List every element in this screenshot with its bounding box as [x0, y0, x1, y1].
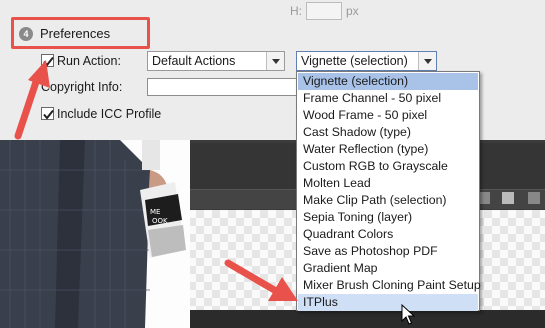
dropdown-option[interactable]: Vignette (selection): [298, 73, 478, 90]
include-icc-label: Include ICC Profile: [57, 107, 162, 121]
action-dropdown-list[interactable]: Vignette (selection) Frame Channel - 50 …: [296, 71, 481, 311]
dropdown-option[interactable]: Sepia Toning (layer): [298, 209, 478, 226]
dropdown-option[interactable]: Gradient Map: [298, 260, 478, 277]
dropdown-option[interactable]: Cast Shadow (type): [298, 124, 478, 141]
new-action-icon[interactable]: [502, 192, 514, 204]
dropdown-option-itplus[interactable]: ITPlus: [298, 294, 478, 311]
dropdown-option[interactable]: Water Reflection (type): [298, 141, 478, 158]
copyright-input[interactable]: [147, 78, 297, 96]
svg-text:ME: ME: [150, 208, 160, 216]
chevron-down-icon[interactable]: [418, 52, 436, 70]
mouse-cursor-icon: [401, 304, 415, 325]
dropdown-option[interactable]: Make Clip Path (selection): [298, 192, 478, 209]
annotation-arrow-icon: [224, 259, 298, 301]
chevron-down-icon[interactable]: [266, 52, 284, 70]
annotation-arrow-icon: [14, 60, 50, 140]
action-select-value: Vignette (selection): [301, 54, 408, 68]
model-photo: ME OOK: [0, 140, 190, 328]
height-unit-label: px: [346, 4, 359, 18]
height-input[interactable]: [306, 2, 342, 20]
dropdown-option[interactable]: Mixer Brush Cloning Paint Setup: [298, 277, 481, 294]
dropdown-option[interactable]: Quadrant Colors: [298, 226, 478, 243]
action-set-select[interactable]: Default Actions: [147, 51, 285, 71]
dropdown-option[interactable]: Save as Photoshop PDF: [298, 243, 478, 260]
dropdown-option[interactable]: Wood Frame - 50 pixel: [298, 107, 478, 124]
height-label: H:: [290, 4, 302, 18]
preferences-section-title: Preferences: [40, 26, 111, 41]
section-number-badge: 4: [19, 27, 33, 41]
svg-text:OOK: OOK: [152, 217, 168, 225]
action-select[interactable]: Vignette (selection): [296, 51, 437, 71]
dropdown-option[interactable]: Custom RGB to Grayscale: [298, 158, 478, 175]
run-action-label: Run Action:: [57, 54, 121, 68]
action-set-value: Default Actions: [152, 54, 236, 68]
dropdown-option[interactable]: Molten Lead: [298, 175, 478, 192]
dropdown-option[interactable]: Frame Channel - 50 pixel: [298, 90, 478, 107]
trash-icon[interactable]: [528, 192, 540, 204]
